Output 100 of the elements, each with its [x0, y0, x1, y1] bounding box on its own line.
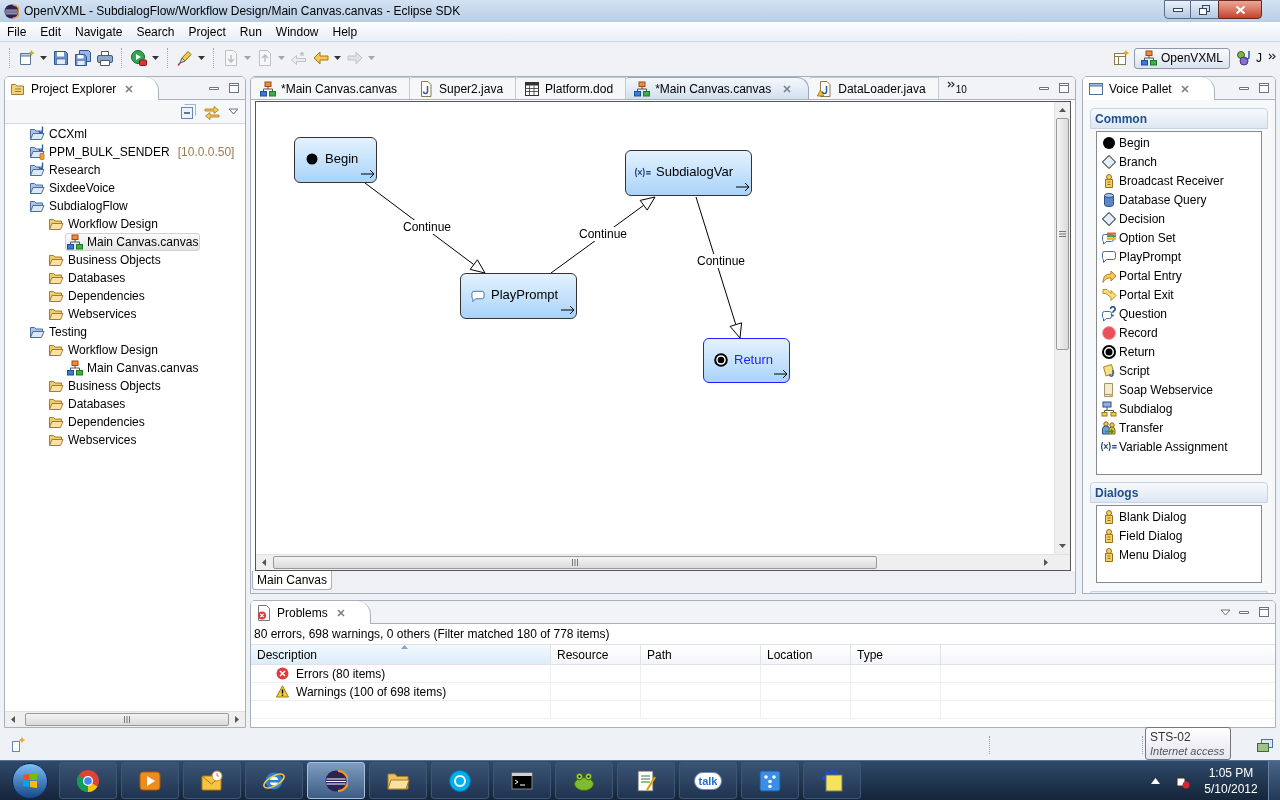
view-menu-icon[interactable]	[228, 108, 239, 115]
tab-overflow-button[interactable]: 10	[938, 77, 975, 99]
palette-item[interactable]: Portal Exit	[1097, 285, 1261, 304]
editor-tab[interactable]: Platform.dod	[516, 77, 627, 99]
maximize-icon[interactable]	[1257, 605, 1271, 619]
palette-item[interactable]: Return	[1097, 342, 1261, 361]
menu-item[interactable]: Navigate	[68, 21, 130, 42]
palette-item[interactable]: Record	[1097, 323, 1261, 342]
menu-item[interactable]: Window	[268, 21, 326, 42]
menu-item[interactable]: Project	[181, 21, 233, 42]
tree-item[interactable]: Dependencies	[46, 287, 147, 305]
tree-item[interactable]: Main Canvas.canvas	[65, 359, 201, 377]
problem-category[interactable]: Errors (80 items)	[296, 664, 386, 683]
stacked-windows-icon[interactable]	[1257, 737, 1273, 753]
close-button[interactable]	[1218, 0, 1262, 19]
caret-icon[interactable]	[198, 56, 205, 60]
close-icon[interactable]	[124, 83, 135, 94]
tree-item[interactable]: Workflow Design	[46, 341, 160, 359]
start-button[interactable]	[11, 762, 48, 799]
tree-item[interactable]: SubdialogFlow	[27, 197, 130, 215]
scrollbar-thumb[interactable]	[25, 713, 229, 726]
palette-item[interactable]: Field Dialog	[1097, 526, 1261, 545]
palette-item[interactable]: Blank Dialog	[1097, 507, 1261, 526]
tree-item[interactable]: Main Canvas.canvas	[65, 233, 201, 251]
taskbar-button[interactable]	[183, 762, 241, 799]
close-icon[interactable]	[335, 607, 346, 618]
marker-icon[interactable]	[177, 50, 193, 66]
plug-icon[interactable]	[1174, 772, 1190, 789]
taskbar-button[interactable]	[493, 762, 551, 799]
palette-item[interactable]: Menu Dialog	[1097, 545, 1261, 564]
tray-expand-icon[interactable]	[1151, 777, 1160, 784]
column-header[interactable]: Resource	[551, 645, 641, 664]
tree-item[interactable]: PPM_BULK_SENDER [10.0.0.50]	[27, 143, 237, 161]
taskbar-button[interactable]	[307, 762, 365, 799]
column-header[interactable]: Description	[251, 645, 551, 664]
tree-item[interactable]: Testing	[27, 323, 90, 341]
palette-item[interactable]: Database Query	[1097, 190, 1261, 209]
perspective-button[interactable]: OpenVXML	[1133, 47, 1230, 69]
palette-group-header[interactable]: Dialogs	[1090, 482, 1268, 503]
editor-tab[interactable]: *Main Canvas.canvas	[626, 77, 810, 99]
chevron-icon[interactable]	[1268, 52, 1276, 60]
column-header[interactable]: Type	[851, 645, 941, 664]
palette-item[interactable]: Decision	[1097, 209, 1261, 228]
column-header[interactable]: Location	[761, 645, 851, 664]
tree-item[interactable]: Business Objects	[46, 251, 163, 269]
collapse-all-icon[interactable]	[180, 103, 196, 120]
fast-view-icon[interactable]	[11, 737, 27, 753]
taskbar-button[interactable]	[121, 762, 179, 799]
new-window-icon[interactable]	[19, 50, 35, 66]
tree-item[interactable]: Webservices	[46, 305, 139, 323]
palette-item[interactable]: Portal Entry	[1097, 266, 1261, 285]
tree-item[interactable]: Business Objects	[46, 377, 163, 395]
menu-item[interactable]: File	[0, 21, 34, 42]
caret-icon[interactable]	[40, 56, 47, 60]
editor-tab[interactable]: *Main Canvas.canvas	[252, 77, 411, 99]
link-arrows-icon[interactable]	[204, 103, 220, 120]
palette-item[interactable]: PlayPrompt	[1097, 247, 1261, 266]
back-icon[interactable]	[313, 50, 329, 66]
palette-item[interactable]: Soap Webservice	[1097, 380, 1261, 399]
minimize-button[interactable]	[1164, 0, 1191, 19]
maximize-icon[interactable]	[1257, 81, 1271, 95]
maximize-icon[interactable]	[1057, 81, 1071, 95]
palette-item[interactable]: Begin	[1097, 133, 1261, 152]
taskbar-button[interactable]	[555, 762, 613, 799]
tree-item[interactable]: Databases	[46, 395, 128, 413]
palette-item[interactable]: Variable Assignment	[1097, 437, 1261, 456]
menu-item[interactable]: Help	[325, 21, 365, 42]
palette-item[interactable]: Branch	[1097, 152, 1261, 171]
editor-tab[interactable]: DataLoader.java	[809, 77, 939, 99]
tree-item[interactable]: Databases	[46, 269, 128, 287]
tree-item[interactable]: Workflow Design	[46, 215, 160, 233]
print-icon[interactable]	[97, 50, 113, 66]
open-perspective-icon[interactable]	[1112, 50, 1129, 66]
view-tab[interactable]: Problems	[251, 601, 371, 624]
restore-button[interactable]	[1191, 0, 1218, 19]
taskbar-button[interactable]	[369, 762, 427, 799]
menu-item[interactable]: Run	[232, 21, 269, 42]
show-desktop-button[interactable]	[1268, 761, 1280, 800]
menu-item[interactable]: Search	[129, 21, 182, 42]
taskbar-button[interactable]	[59, 762, 117, 799]
taskbar-button[interactable]	[803, 762, 861, 799]
caret-icon[interactable]	[334, 56, 341, 60]
palette-item[interactable]: Transfer	[1097, 418, 1261, 437]
perspective-button[interactable]: J	[1234, 47, 1264, 69]
palette-item[interactable]: Script	[1097, 361, 1261, 380]
view-tab[interactable]: Project Explorer	[5, 77, 160, 100]
tree-item[interactable]: Research	[27, 161, 103, 179]
close-icon[interactable]	[1179, 83, 1190, 94]
save-all-icon[interactable]	[75, 50, 91, 66]
maximize-icon[interactable]	[227, 81, 241, 95]
scrollbar-thumb[interactable]	[1056, 118, 1069, 350]
problem-category[interactable]: Warnings (100 of 698 items)	[296, 682, 447, 701]
editor-tab[interactable]: Super2.java	[410, 77, 517, 99]
scrollbar-thumb[interactable]	[273, 556, 877, 569]
tree-item[interactable]: SixdeeVoice	[27, 179, 118, 197]
taskbar-button[interactable]	[741, 762, 799, 799]
taskbar-button[interactable]	[245, 762, 303, 799]
taskbar-button[interactable]	[617, 762, 675, 799]
save-icon[interactable]	[53, 50, 69, 66]
tree-item[interactable]: Dependencies	[46, 413, 147, 431]
